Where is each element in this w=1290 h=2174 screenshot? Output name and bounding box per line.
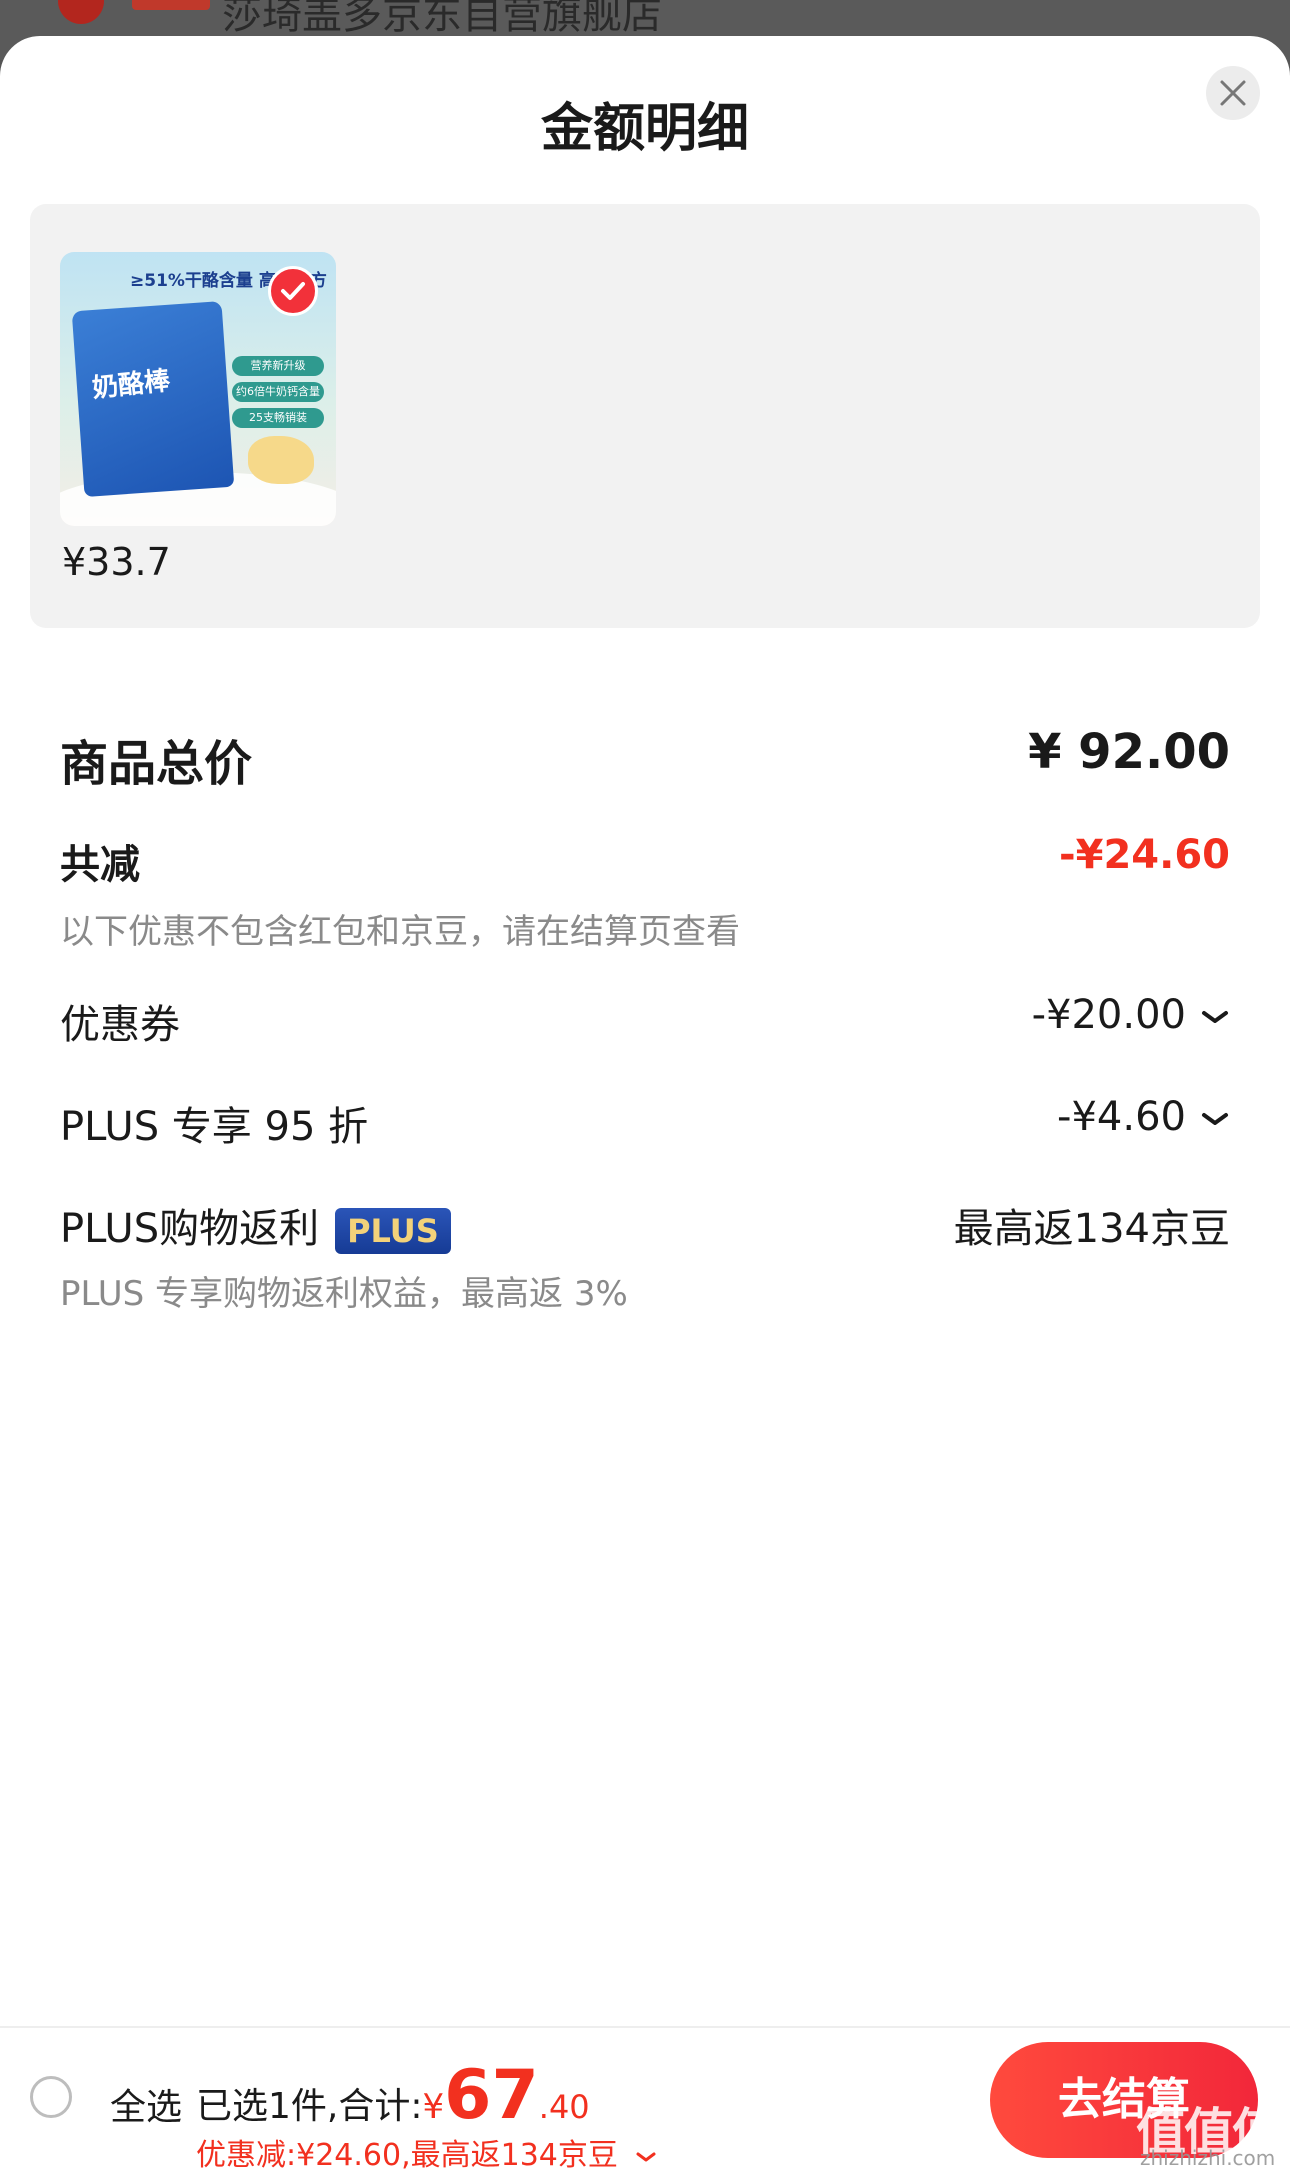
plus-discount-value: -¥4.60 — [1057, 1094, 1186, 1140]
total-price-label: 商品总价 — [60, 736, 253, 792]
total-reduce-value: -¥24.60 — [1059, 832, 1230, 878]
total-price-value: ¥ 92.00 — [1028, 724, 1230, 780]
close-icon — [1220, 80, 1246, 106]
selected-check-badge[interactable] — [268, 266, 318, 316]
store-name: 莎琦盖多京东自营旗舰店 — [222, 0, 662, 38]
cheese-image — [248, 436, 314, 484]
product-list: ≥51%干酪含量 高钙配方 奶酪棒 营养新升级 约6倍牛奶钙含量 25支畅销装 … — [30, 204, 1260, 628]
product-price: ¥33.7 — [62, 540, 171, 584]
coupon-label: 优惠券 — [60, 1002, 180, 1048]
selected-count: 已选1件,合计: — [196, 2086, 423, 2127]
amount-detail-sheet: 金额明细 ≥51%干酪含量 高钙配方 奶酪棒 营养新升级 约6倍牛奶钙含量 25… — [0, 36, 1290, 2172]
close-button[interactable] — [1206, 66, 1260, 120]
plus-rebate-label-group: PLUS购物返利 PLUS — [60, 1196, 451, 1254]
plus-badge: PLUS — [335, 1208, 451, 1254]
select-all-label[interactable]: 全选 — [110, 2078, 182, 2130]
chevron-down-icon[interactable] — [1200, 1008, 1230, 1026]
total-reduce-label: 共减 — [60, 842, 140, 888]
plus-rebate-note: PLUS 专享购物返利权益，最高返 3% — [60, 1274, 628, 1314]
total-integer: 67 — [444, 2056, 539, 2135]
select-all-checkbox[interactable] — [30, 2076, 72, 2118]
plus-rebate-value: 最高返134京豆 — [953, 1206, 1230, 1252]
thumb-pill: 25支畅销装 — [232, 408, 324, 428]
total-decimal: .40 — [538, 2088, 590, 2126]
thumb-pill: 约6倍牛奶钙含量 — [232, 382, 324, 402]
coupon-value-group: -¥20.00 — [1032, 992, 1230, 1038]
plus-discount-value-group: -¥4.60 — [1057, 1094, 1230, 1140]
watermark-url: zhizhizhi.com — [1140, 2146, 1276, 2170]
checkout-bar: 全选 已选1件,合计:¥67.40 优惠减:¥24.60,最高返134京豆 去结… — [0, 2026, 1290, 2174]
plus-rebate-label: PLUS购物返利 — [60, 1206, 320, 1252]
check-icon — [281, 282, 305, 300]
chevron-down-icon[interactable] — [1200, 1110, 1230, 1128]
cart-total-summary: 已选1件,合计:¥67.40 — [196, 2056, 590, 2135]
chevron-down-icon — [636, 2152, 656, 2161]
sheet-title: 金额明细 — [540, 99, 749, 159]
coupon-value: -¥20.00 — [1031, 992, 1186, 1038]
plus-discount-label: PLUS 专享 95 折 — [60, 1104, 369, 1150]
store-tag — [132, 0, 210, 10]
total-currency: ¥ — [422, 2087, 445, 2127]
thumb-pill: 营养新升级 — [232, 356, 324, 376]
store-select-radio — [58, 0, 104, 24]
discount-note: 以下优惠不包含红包和京豆，请在结算页查看 — [60, 912, 740, 952]
discount-summary: 优惠减:¥24.60,最高返134京豆 — [196, 2138, 618, 2173]
discount-summary-toggle[interactable]: 优惠减:¥24.60,最高返134京豆 — [196, 2130, 657, 2174]
